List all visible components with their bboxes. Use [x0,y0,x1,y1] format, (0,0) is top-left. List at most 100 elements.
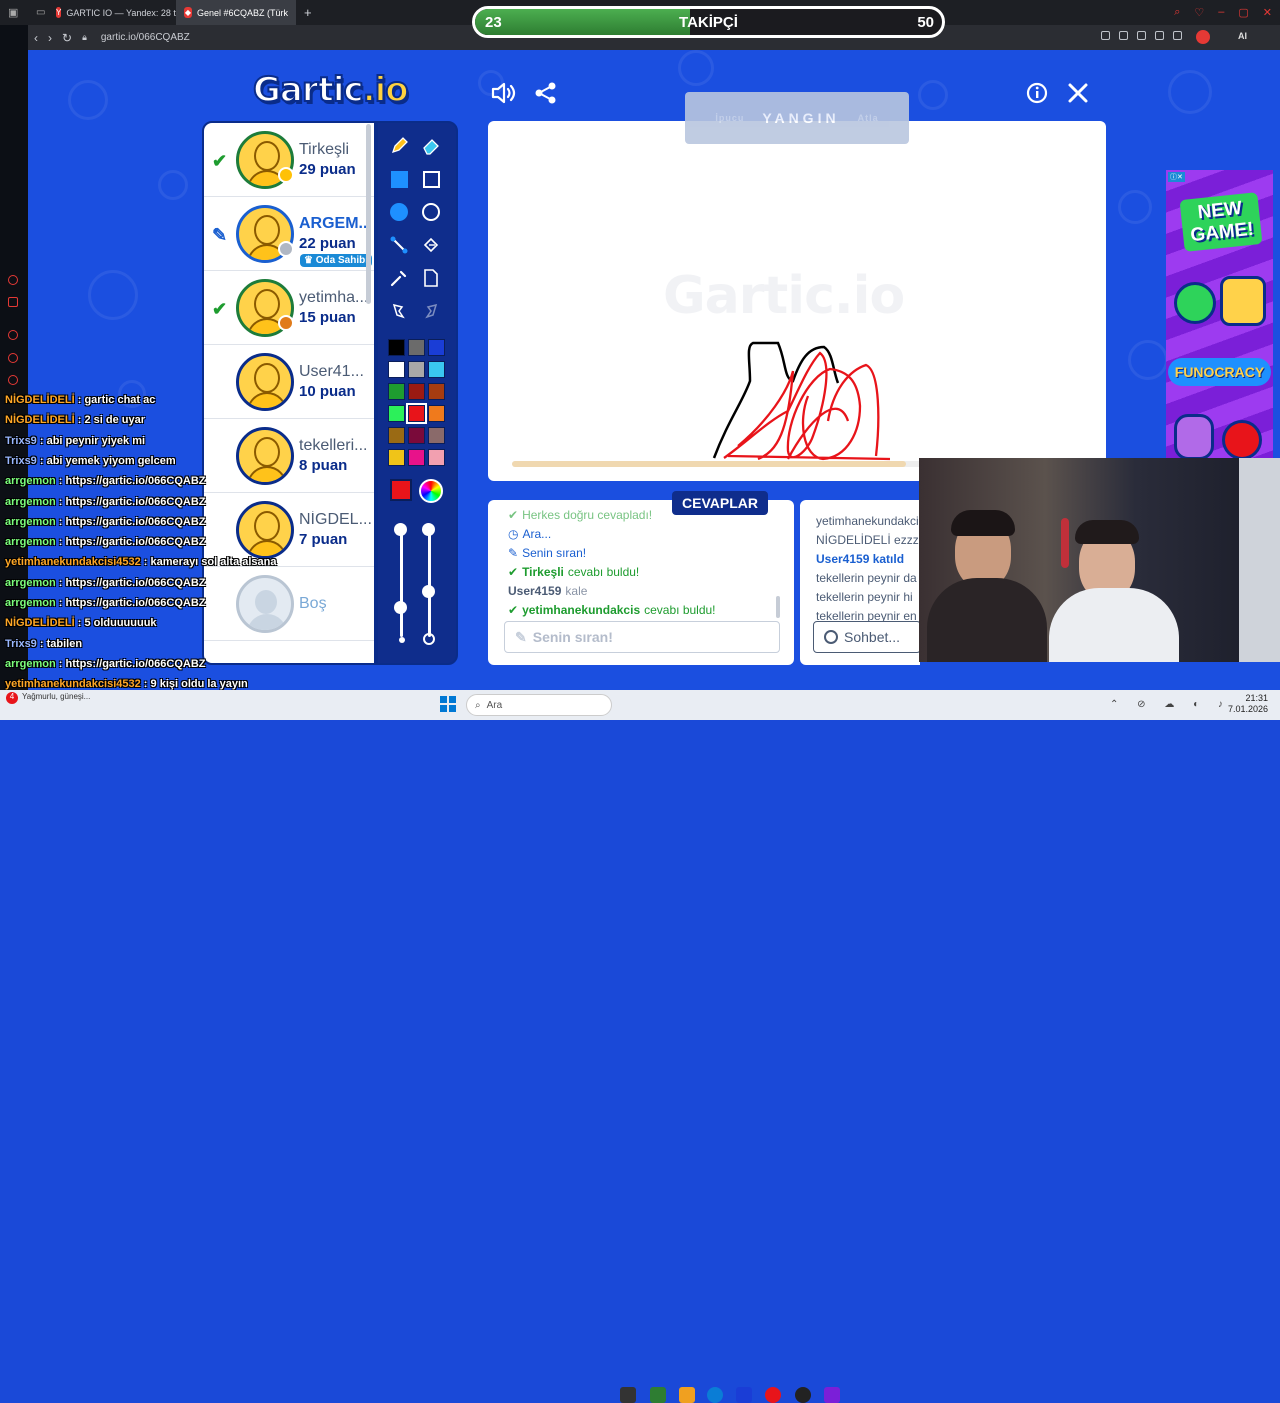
sound-icon[interactable] [490,80,518,106]
extension-icon[interactable] [1101,31,1110,40]
player-list-scrollbar[interactable] [366,124,371,304]
color-swatch[interactable] [388,405,405,422]
color-swatch[interactable] [408,361,425,378]
windows-start-icon[interactable] [440,696,456,712]
sidebar-icon[interactable] [8,330,18,340]
color-swatch[interactable] [408,449,425,466]
tab-yandex[interactable]: Y GARTIC IO — Yandex: 28 t [48,0,176,25]
sidebar-icon[interactable] [8,275,18,285]
player-row[interactable]: ✔ yetimha... 15 puan [204,271,374,345]
current-color-swatch[interactable] [390,479,412,501]
sidebar-icon[interactable] [8,375,18,385]
extension-icon[interactable] [1155,31,1164,40]
player-score: 22 puan [299,235,356,252]
clock-icon: ◷ [508,527,519,541]
color-swatch[interactable] [388,427,405,444]
profile-icon[interactable] [1196,30,1210,44]
app-icon[interactable] [824,1387,840,1403]
sidebar-icon[interactable] [8,353,18,363]
extension-icon[interactable] [1137,31,1146,40]
fill-bucket-icon[interactable] [420,234,442,256]
time-progress-fill [512,461,907,467]
search-icon[interactable]: ⌕ [1174,6,1180,19]
color-swatch[interactable] [428,361,445,378]
color-swatch[interactable] [408,339,425,356]
system-tray-icons[interactable]: ⌃ ⊘ ☁ ◐ ♪ [1110,699,1231,710]
color-swatch[interactable] [388,383,405,400]
taskbar-search[interactable]: ⌕ Ara [466,694,612,716]
ai-icon[interactable]: AI [1238,31,1247,41]
tabs-overview-icon[interactable]: ▭ [28,0,48,25]
info-icon[interactable] [1023,80,1051,106]
color-swatch[interactable] [388,361,405,378]
weather-text[interactable]: Yağmurlu, güneşi... [22,692,90,701]
opacity-top-knob[interactable] [422,523,435,536]
obs-icon[interactable] [795,1387,811,1403]
edge-icon[interactable] [707,1387,723,1403]
line-tool-icon[interactable] [388,234,410,256]
minimize-icon[interactable]: – [1218,6,1224,19]
forward-icon[interactable]: › [48,31,52,45]
extension-icon[interactable] [1119,31,1128,40]
close-game-icon[interactable] [1064,80,1092,106]
drawing-canvas[interactable]: Gartic.io [488,121,1106,481]
tab-gartic[interactable]: ◆ Genel #6CQABZ (Türk [176,0,296,25]
taskbar-clock[interactable]: 21:31 7.01.2026 [1228,693,1268,715]
color-swatch[interactable] [408,427,425,444]
eraser-tool-icon[interactable] [420,135,442,157]
ad-info-icon[interactable]: ⓘ✕ [1168,172,1185,182]
filled-circle-icon[interactable] [388,201,410,223]
file-explorer-icon[interactable] [620,1387,636,1403]
sidebar-icon[interactable] [8,297,18,307]
answer-input[interactable]: ✎ Senin sıran! [504,621,780,653]
color-swatch[interactable] [388,339,405,356]
opacity-slider[interactable] [428,525,431,637]
chat-input[interactable]: Sohbet... [813,621,921,653]
app-icon[interactable] [650,1387,666,1403]
ad-banner[interactable]: ⓘ✕ NEW GAME! FUNOCRACY [1166,170,1273,460]
color-swatch[interactable] [428,339,445,356]
app-icon[interactable] [736,1387,752,1403]
stream-chat-message: NİGDELİDELİ : gartic chat ac [5,394,156,406]
answers-scrollbar[interactable] [776,596,780,618]
ad-character-icon [1220,276,1266,326]
color-swatch[interactable] [428,427,445,444]
color-swatch[interactable] [406,403,427,424]
undo-icon[interactable] [388,300,410,322]
color-swatch[interactable] [408,383,425,400]
bookmark-icon[interactable]: ♡ [1194,6,1204,19]
share-icon[interactable] [532,80,560,106]
redo-icon[interactable] [420,300,442,322]
new-page-icon[interactable] [420,267,442,289]
eyedropper-icon[interactable] [388,267,410,289]
hint-button[interactable]: İpucu [715,113,744,123]
weather-badge[interactable]: 4 [6,692,18,704]
pencil-tool-icon[interactable] [388,135,410,157]
color-swatch[interactable] [388,449,405,466]
opacity-knob[interactable] [422,584,435,598]
ad-character-icon [1222,420,1262,460]
filled-rectangle-icon[interactable] [388,168,410,190]
browser-menu-icon[interactable]: ▣ [0,0,28,25]
color-swatch[interactable] [428,383,445,400]
color-swatch[interactable] [428,405,445,422]
close-window-icon[interactable]: ✕ [1263,6,1272,19]
opera-icon[interactable] [765,1387,781,1403]
color-wheel-icon[interactable] [419,479,443,503]
new-tab-button[interactable]: + [296,0,316,25]
brush-size-top-knob[interactable] [394,523,407,536]
rectangle-icon[interactable] [420,168,442,190]
back-icon[interactable]: ‹ [34,31,38,45]
skip-button[interactable]: Atla [858,113,879,123]
folder-icon[interactable] [679,1387,695,1403]
player-row[interactable]: ✎ ARGEM... 22 puan ♛ Oda Sahibi [204,197,374,271]
color-swatch[interactable] [428,449,445,466]
reload-icon[interactable]: ↻ [62,31,72,45]
maximize-icon[interactable]: ▢ [1238,6,1248,19]
player-row[interactable]: ✔ Tirkeşli 29 puan [204,123,374,197]
brush-size-slider[interactable] [400,525,403,637]
circle-icon[interactable] [420,201,442,223]
extension-icon[interactable] [1173,31,1182,40]
url-text[interactable]: gartic.io/066CQABZ [101,32,190,43]
brush-size-knob[interactable] [394,601,407,615]
